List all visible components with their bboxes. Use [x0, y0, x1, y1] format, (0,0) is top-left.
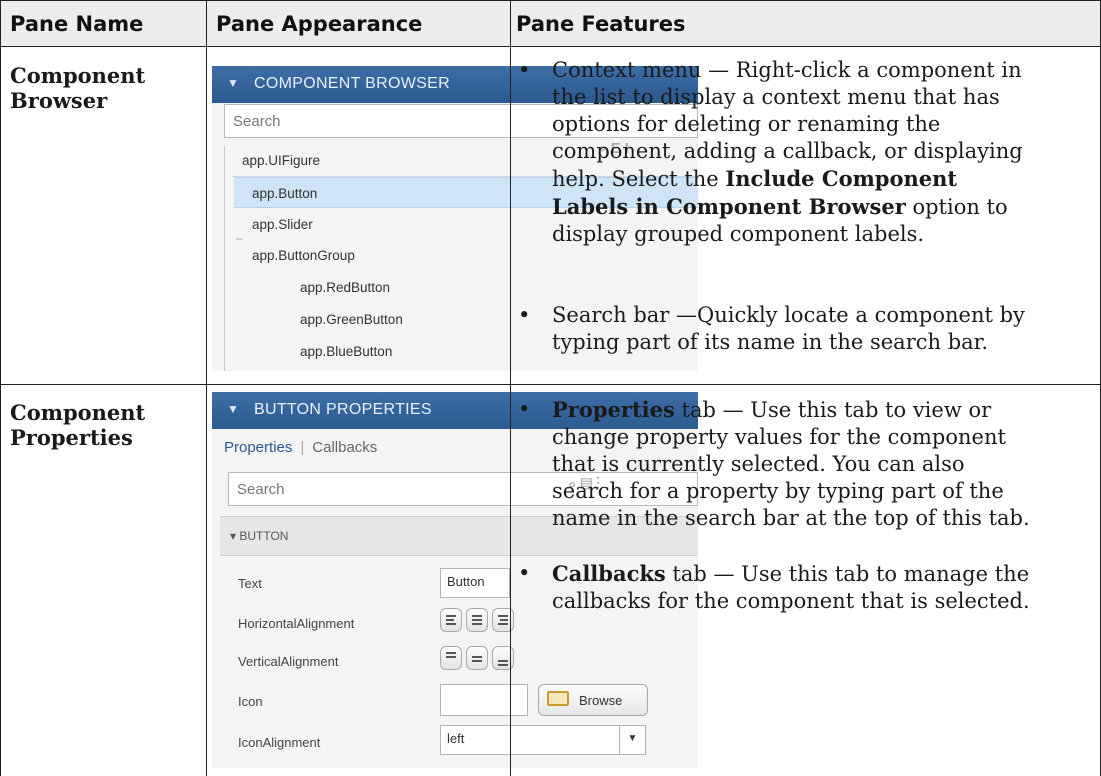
- align-center-icon[interactable]: [466, 608, 488, 632]
- component-browser-title: COMPONENT BROWSER: [254, 75, 450, 92]
- properties-tabs: Properties | Callbacks: [224, 439, 377, 456]
- icon-alignment-value: left: [447, 731, 465, 746]
- expand-chevron-icon[interactable]: –: [236, 231, 243, 245]
- tree-item-slider[interactable]: app.Slider: [252, 209, 313, 240]
- feature-line: display grouped component labels.: [552, 222, 925, 246]
- column-divider-1: [206, 0, 207, 776]
- tree-guide-line: [224, 145, 225, 371]
- tree-item-buttongroup[interactable]: app.ButtonGroup: [252, 240, 355, 271]
- property-label-icon: Icon: [238, 694, 263, 709]
- feature-bold-text: Include Component: [725, 166, 958, 191]
- feature-line: help. Select the Include Component: [552, 165, 1023, 193]
- pane-name-line: Component: [10, 63, 146, 88]
- text-value-field[interactable]: Button: [440, 568, 510, 598]
- pane-name-component-properties: Component Properties: [10, 400, 145, 450]
- tab-callbacks[interactable]: Callbacks: [312, 439, 377, 456]
- feature-line: callbacks for the component that is sele…: [552, 589, 1030, 613]
- feature-line: search for a property by typing part of …: [552, 479, 1004, 503]
- align-top-icon[interactable]: [440, 646, 462, 670]
- feature-line: component, adding a callback, or display…: [552, 139, 1023, 163]
- feature-line: typing part of its name in the search ba…: [552, 330, 989, 354]
- feature-text: tab — Use this tab to view or: [674, 398, 992, 422]
- align-left-icon[interactable]: [440, 608, 462, 632]
- feature-line: Properties tab — Use this tab to view or: [552, 396, 1030, 424]
- table-border-top: [0, 0, 1101, 1]
- column-divider-2: [510, 0, 511, 776]
- collapse-triangle-icon: ▼: [227, 402, 240, 416]
- tab-properties[interactable]: Properties: [224, 439, 292, 456]
- section-triangle-icon: ▾: [230, 529, 240, 543]
- property-label-vertical-alignment: VerticalAlignment: [238, 654, 339, 669]
- bullet: •: [518, 303, 531, 327]
- tree-item-greenbutton[interactable]: app.GreenButton: [300, 304, 403, 335]
- browse-button[interactable]: Browse: [538, 684, 648, 716]
- property-label-icon-alignment: IconAlignment: [238, 735, 321, 750]
- feature-search-bar: Search bar —Quickly locate a component b…: [552, 302, 1025, 356]
- folder-icon: [547, 691, 569, 706]
- bullet: •: [518, 58, 531, 82]
- feature-line: Search bar —Quickly locate a component b…: [552, 303, 1025, 327]
- feature-line: Callbacks tab — Use this tab to manage t…: [552, 560, 1030, 588]
- row-divider: [0, 384, 1101, 385]
- browse-label: Browse: [579, 693, 623, 708]
- feature-line: that is currently selected. You can also: [552, 452, 965, 476]
- feature-line: the list to display a context menu that …: [552, 85, 1000, 109]
- icon-alignment-select[interactable]: left ▼: [440, 725, 646, 755]
- icon-path-field[interactable]: [440, 684, 528, 716]
- tab-separator: |: [300, 439, 305, 456]
- tree-item-bluebutton[interactable]: app.BlueButton: [300, 336, 392, 367]
- feature-line: Labels in Component Browser option to: [552, 193, 1023, 221]
- header-pane-features: Pane Features: [516, 12, 686, 36]
- chevron-down-icon[interactable]: ▼: [619, 726, 645, 754]
- feature-line: options for deleting or renaming the: [552, 112, 941, 136]
- feature-text: option to: [905, 195, 1008, 219]
- tree-item-redbutton[interactable]: app.RedButton: [300, 272, 390, 303]
- pane-name-line: Properties: [10, 425, 133, 450]
- button-properties-title: BUTTON PROPERTIES: [254, 401, 432, 418]
- pane-name-line: Component: [10, 400, 146, 425]
- feature-bold-text: Labels in Component Browser: [552, 194, 906, 219]
- bullet: •: [518, 561, 531, 585]
- feature-text: help. Select the: [552, 167, 726, 191]
- feature-callbacks-tab: Callbacks tab — Use this tab to manage t…: [552, 560, 1030, 615]
- header-pane-appearance: Pane Appearance: [216, 12, 423, 36]
- feature-line: Context menu — Right-click a component i…: [552, 58, 1022, 82]
- pane-name-component-browser: Component Browser: [10, 63, 145, 113]
- table-border-left: [0, 0, 1, 776]
- pane-name-line: Browser: [10, 88, 108, 113]
- align-middle-icon[interactable]: [466, 646, 488, 670]
- header-divider: [0, 46, 1101, 47]
- feature-text: tab — Use this tab to manage the: [665, 562, 1030, 586]
- feature-bold-text: Properties: [552, 397, 675, 422]
- section-title: BUTTON: [239, 529, 289, 543]
- feature-line: change property values for the component: [552, 425, 1006, 449]
- bullet: •: [518, 397, 531, 421]
- property-label-text: Text: [238, 576, 262, 591]
- feature-bold-text: Callbacks: [552, 561, 666, 586]
- collapse-triangle-icon: ▼: [227, 76, 240, 90]
- property-label-horizontal-alignment: HorizontalAlignment: [238, 616, 355, 631]
- feature-properties-tab: Properties tab — Use this tab to view or…: [552, 396, 1030, 532]
- feature-context-menu: Context menu — Right-click a component i…: [552, 57, 1023, 248]
- header-pane-name: Pane Name: [10, 12, 144, 36]
- feature-line: name in the search bar at the top of thi…: [552, 506, 1030, 530]
